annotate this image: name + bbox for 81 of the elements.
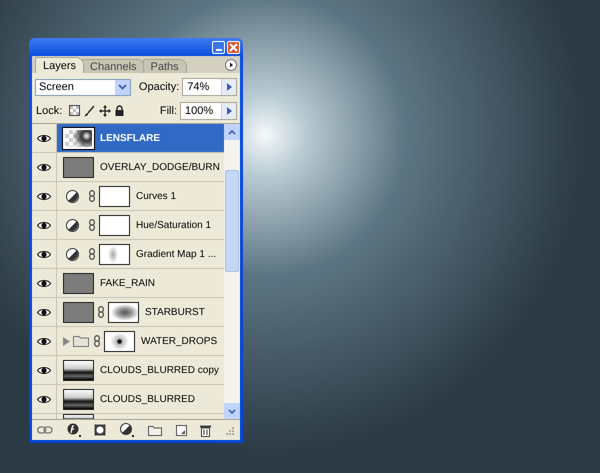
eye-icon[interactable] — [37, 134, 51, 142]
layer-name: WATER_DROPS — [141, 336, 218, 346]
layer-name: CLOUDS_BLURRED — [100, 394, 196, 404]
layer-thumbnail — [63, 156, 94, 178]
scroll-up-icon[interactable] — [228, 130, 236, 134]
panel-menu-icon[interactable] — [225, 59, 237, 71]
chevron-down-icon — [118, 84, 127, 90]
layer-thumbnail — [63, 388, 94, 410]
folder-icon[interactable] — [148, 424, 162, 436]
scrollbar[interactable] — [224, 124, 240, 419]
eye-icon[interactable] — [37, 366, 51, 374]
layer-style-icon[interactable] — [66, 423, 81, 437]
layer-mask-thumbnail — [108, 302, 139, 322]
opacity-label: Opacity: — [138, 81, 180, 93]
layer-mask-thumbnail — [99, 214, 130, 236]
brush-icon[interactable] — [84, 104, 96, 116]
layer-row[interactable]: FAKE_RAIN — [32, 269, 224, 298]
adjustment-icon — [66, 218, 79, 232]
link-icon — [98, 306, 104, 318]
layer-name: Gradient Map 1 ... — [136, 248, 216, 260]
layer-row[interactable]: CLOUDS_BLURRED — [32, 385, 224, 414]
panel-tab[interactable]: Channels — [82, 59, 145, 73]
eye-icon[interactable] — [37, 250, 51, 258]
layer-name: OVERLAY_DODGE/BURN — [100, 162, 220, 172]
eye-icon[interactable] — [37, 308, 51, 316]
layer-row[interactable]: Curves 1 — [32, 182, 224, 211]
link-icon — [94, 335, 100, 347]
triangle-right-icon[interactable] — [226, 106, 232, 114]
layer-name: FAKE_RAIN — [100, 278, 156, 288]
eye-icon[interactable] — [37, 394, 51, 404]
panel-tab[interactable]: Layers — [35, 57, 84, 73]
layer-row[interactable]: LENSFLARE — [32, 124, 224, 153]
trash-icon[interactable] — [200, 424, 212, 436]
adjustment-layer-icon[interactable] — [120, 423, 134, 437]
folder-icon — [73, 335, 89, 347]
layer-name: Curves 1 — [136, 190, 176, 202]
opacity-field[interactable]: 74% — [182, 78, 237, 96]
eye-icon[interactable] — [37, 220, 51, 230]
layer-row[interactable]: WATER_DROPS — [32, 327, 224, 356]
resize-grip-icon[interactable] — [224, 426, 234, 434]
layer-name: CLOUDS_BLURRED copy — [100, 364, 219, 376]
layer-name: Hue/Saturation 1 — [136, 220, 212, 230]
lock-label: Lock: — [36, 104, 62, 116]
eye-icon[interactable] — [37, 192, 51, 200]
link-icon — [89, 248, 95, 260]
layer-row[interactable]: Gradient Map 1 ... — [32, 240, 224, 269]
layer-thumbnail — [63, 360, 94, 380]
adjustment-icon — [66, 248, 79, 260]
layer-name: LENSFLARE — [100, 132, 160, 144]
layer-thumbnail — [63, 128, 94, 148]
lock-icon[interactable] — [115, 105, 124, 116]
panel-tab[interactable]: Paths — [142, 59, 187, 73]
close-button[interactable] — [227, 40, 240, 54]
layer-name: STARBURST — [145, 306, 205, 318]
eye-icon[interactable] — [37, 278, 51, 288]
layer-row[interactable]: Hue/Saturation 1 — [32, 211, 224, 240]
link-icon — [89, 219, 95, 231]
expand-triangle-icon[interactable] — [63, 336, 70, 346]
triangle-right-icon[interactable] — [226, 83, 232, 91]
eye-icon[interactable] — [37, 162, 51, 172]
layer-mask-thumbnail — [99, 244, 130, 264]
layer-mask-thumbnail — [99, 186, 130, 206]
fill-label: Fill: — [160, 104, 177, 116]
link-layers-icon[interactable] — [37, 426, 53, 434]
eye-icon[interactable] — [37, 336, 51, 346]
layer-mask-icon[interactable] — [94, 424, 106, 436]
blend-mode-dropdown[interactable]: Screen — [35, 78, 131, 96]
lock-transparency-icon[interactable] — [69, 105, 80, 116]
layer-row[interactable]: OVERLAY_DODGE/BURN — [32, 153, 224, 182]
fill-field[interactable]: 100% — [180, 102, 237, 120]
layer-row[interactable]: STARBURST — [32, 298, 224, 327]
layer-mask-thumbnail — [104, 330, 135, 352]
link-icon — [89, 190, 95, 202]
new-layer-icon[interactable] — [176, 424, 187, 436]
layer-row[interactable]: CLOUDS_BLURRED copy — [32, 356, 224, 385]
adjustment-icon — [66, 190, 79, 202]
minimize-button[interactable] — [212, 40, 225, 54]
layer-thumbnail — [63, 302, 94, 322]
scroll-down-icon[interactable] — [228, 408, 236, 414]
layer-thumbnail — [63, 272, 94, 294]
move-icon[interactable] — [99, 104, 112, 116]
